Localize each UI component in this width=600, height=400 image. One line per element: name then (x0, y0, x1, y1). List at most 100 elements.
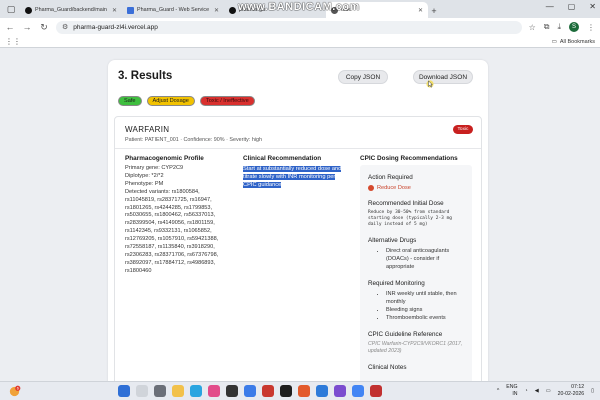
bookmarks-bar: ⋮⋮ ▭ All Bookmarks (0, 36, 600, 48)
alternatives-list: Direct oral anticoagulants (DOACs) - con… (376, 247, 464, 271)
download-json-button[interactable]: Download JSON (413, 70, 473, 84)
brave-icon[interactable] (298, 385, 310, 397)
list-item: Direct oral anticoagulants (DOACs) - con… (386, 247, 464, 271)
bandicam-icon[interactable] (370, 385, 382, 397)
initial-dose-heading: Recommended Initial Dose (368, 200, 444, 207)
close-icon[interactable]: ✕ (112, 7, 117, 14)
pgx-line: rs12769205, rs1057910, rs59421388, (125, 236, 219, 243)
action-value: Reduce Dose (368, 185, 464, 191)
alternatives-heading: Alternative Drugs (368, 237, 417, 244)
task-view-icon[interactable] (154, 385, 166, 397)
list-item: Thromboembolic events (386, 314, 464, 322)
pgx-line: rs1801265, rs4244285, rs1799853, (125, 204, 213, 211)
wifi-icon[interactable]: ◔ (525, 388, 528, 394)
all-bookmarks-label: All Bookmarks (559, 38, 595, 45)
mouse-cursor-icon (426, 80, 434, 88)
status-badge: Toxic (453, 125, 473, 134)
minimize-icon[interactable]: — (546, 2, 554, 11)
vscode-icon[interactable] (316, 385, 328, 397)
extensions-icon[interactable]: ⧉ (544, 22, 550, 32)
pgx-line: Diplotype: *2/*2 (125, 172, 164, 179)
legend-safe: Safe (118, 96, 142, 106)
tab-web-service[interactable]: Pharma_Guard - Web Service ✕ (122, 2, 224, 18)
cpic-panel: Action Required Reduce Dose Recommended … (360, 165, 472, 381)
pgx-line: rs2306283, rs28371706, rs67376798, (125, 251, 219, 258)
reference-heading: CPIC Guideline Reference (368, 331, 443, 338)
maximize-icon[interactable]: ▢ (568, 2, 576, 11)
pgx-heading: Pharmacogenomic Profile (125, 155, 204, 162)
warning-dot-icon (368, 185, 374, 191)
tab-github-main[interactable]: Pharma_Guard/backend/main ✕ (20, 2, 122, 18)
app-icon[interactable] (226, 385, 238, 397)
bookmark-star-icon[interactable]: ☆ (529, 23, 536, 32)
start-icon[interactable] (118, 385, 130, 397)
pgx-line: rs5030655, rs1800462, rs56337013, (125, 212, 216, 219)
monitoring-list: INR weekly until stable, then monthly Bl… (376, 290, 464, 322)
taskbar-apps (118, 385, 382, 397)
clinical-heading: Clinical Recommendation (243, 155, 322, 162)
github-icon (25, 6, 32, 14)
pgx-line: Phenotype: PM (125, 180, 164, 187)
notification-count: 6 (17, 387, 19, 391)
drug-meta: Patient: PATIENT_001 · Confidence: 90% ·… (125, 137, 263, 143)
menu-icon[interactable]: ⋮ (587, 23, 595, 32)
drug-name: WARFARIN (125, 125, 170, 134)
pgx-line: rs3892097, rs17884712, rs4986893, (125, 259, 216, 266)
app-icon[interactable] (334, 385, 346, 397)
weather-icon[interactable]: 6 (8, 385, 21, 398)
battery-icon[interactable]: ▭ (546, 388, 551, 394)
edge-icon[interactable] (190, 385, 202, 397)
action-heading: Action Required (368, 174, 413, 181)
volume-icon[interactable]: ◀ (535, 388, 539, 394)
recording-watermark: www.BANDICAM.com (238, 1, 360, 13)
list-item: INR weekly until stable, then monthly (386, 290, 464, 306)
chrome-icon[interactable] (352, 385, 364, 397)
copy-json-button[interactable]: Copy JSON (338, 70, 388, 84)
file-explorer-icon[interactable] (172, 385, 184, 397)
pgx-line: Primary gene: CYP2C9 (125, 165, 184, 171)
app-icon[interactable] (262, 385, 274, 397)
close-icon[interactable]: ✕ (214, 7, 219, 14)
pgx-line: rs28399504, rs4149056, rs1801159, (125, 220, 215, 227)
notifications-icon[interactable]: ▯ (591, 388, 594, 394)
url-text: pharma-guard-zl4i.vercel.app (73, 23, 158, 31)
downloads-icon[interactable]: ⤓ (557, 22, 561, 32)
close-window-icon[interactable]: ✕ (589, 2, 596, 11)
results-title: 3. Results (118, 70, 173, 82)
os-taskbar: 6 ^ ENG IN ◔ ◀ ▭ 07:12 20-02-2026 ▯ (0, 381, 600, 400)
app-icon[interactable] (244, 385, 256, 397)
back-icon[interactable]: ← (5, 22, 15, 32)
app-icon[interactable] (280, 385, 292, 397)
tab-actions-icon[interactable]: ▢ (4, 2, 18, 16)
lang-bottom: IN (512, 390, 518, 397)
pgx-line: rs11045819, rs28371725, rs16947, (125, 196, 212, 203)
forward-icon[interactable]: → (22, 22, 32, 32)
browser-toolbar: ← → ↻ ⚙ pharma-guard-zl4i.vercel.app ☆ ⧉… (0, 18, 600, 36)
tab-title: Pharma_Guard - Web Service (137, 7, 210, 13)
app-icon[interactable] (208, 385, 220, 397)
pgx-line: rs1800460 (125, 267, 152, 274)
address-bar[interactable]: ⚙ pharma-guard-zl4i.vercel.app (56, 20, 522, 34)
github-icon (229, 6, 236, 14)
all-bookmarks-button[interactable]: ▭ All Bookmarks (552, 39, 595, 45)
tab-title: Pharma_Guard/backend/main (35, 7, 107, 13)
reference-value: CPIC Warfarin-CYP2C9/VKORC1 (2017, updat… (368, 341, 463, 354)
clinical-recommendation[interactable]: Start at substantially reduced dose and … (243, 165, 347, 189)
drug-result-panel: WARFARIN Patient: PATIENT_001 · Confiden… (114, 116, 482, 381)
render-icon (127, 6, 134, 14)
site-info-icon[interactable]: ⚙ (62, 23, 68, 31)
divider (115, 148, 481, 149)
profile-avatar[interactable]: S (569, 22, 579, 32)
clock[interactable]: 07:12 20-02-2026 (558, 384, 585, 397)
folder-icon: ▭ (551, 38, 557, 45)
apps-grid-icon[interactable]: ⋮⋮ (5, 37, 21, 46)
clinical-notes-heading: Clinical Notes (368, 364, 407, 371)
search-icon[interactable] (136, 385, 148, 397)
close-icon[interactable]: ✕ (418, 7, 423, 14)
risk-legend: Safe Adjust Dosage Toxic / Ineffective (118, 96, 255, 106)
reload-icon[interactable]: ↻ (39, 22, 49, 33)
new-tab-button[interactable]: + (428, 4, 440, 18)
language-indicator[interactable]: ENG IN (506, 384, 517, 397)
results-card: 3. Results Copy JSON Download JSON Safe … (108, 60, 488, 381)
tray-chevron-icon[interactable]: ^ (497, 388, 499, 394)
